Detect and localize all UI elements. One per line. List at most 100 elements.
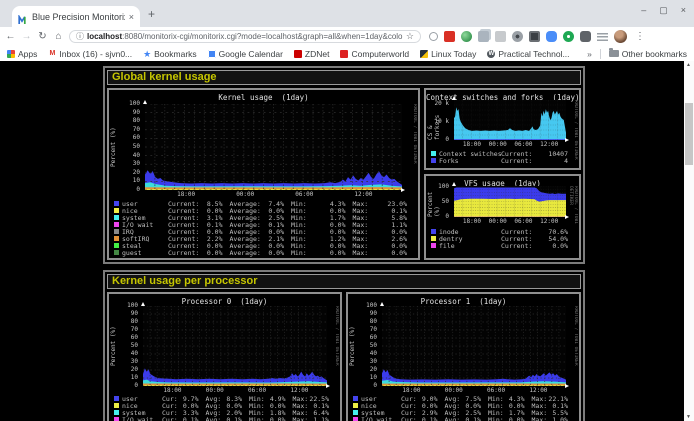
x-axis-ticks: 18:0000:0006:0012:00 — [145, 190, 402, 198]
bookmark-label: Computerworld — [351, 49, 409, 59]
chart-legend: userCurrent:8.5%Average:7.4%Min:4.3%Max:… — [114, 200, 414, 256]
legend-row: fileCurrent:0.0% — [431, 242, 575, 249]
legend-swatch — [114, 250, 119, 255]
scrollbar-thumb[interactable] — [685, 103, 693, 165]
back-icon[interactable]: ← — [5, 31, 16, 42]
mail-extension-icon[interactable] — [444, 31, 455, 42]
legend-stat: Min:0.0% — [488, 416, 532, 421]
reading-list-icon[interactable] — [597, 33, 608, 41]
legend-row: I/O waitCur:0.1%Avg:0.1%Min:0.0%Max:1.1% — [114, 416, 336, 421]
legend-swatch — [431, 236, 436, 241]
plot-area — [382, 306, 566, 386]
processor1-graph[interactable]: Processor 1 (1day)Percent (%)10090807060… — [346, 292, 581, 421]
bookmark-linuxtoday[interactable]: Linux Today — [420, 49, 476, 59]
x-axis-ticks: 18:0000:0006:0012:00 — [454, 140, 566, 148]
plot-area — [454, 186, 566, 217]
card-extension-icon[interactable] — [495, 31, 506, 42]
apps-icon — [7, 50, 15, 58]
bookmark-gmail[interactable]: MInbox (16) - sjvn0... — [48, 49, 132, 59]
processor0-graph[interactable]: Processor 0 (1day)Percent (%)10090807060… — [107, 292, 342, 421]
extensions-row: ⋮ — [429, 30, 645, 43]
screenshot-extension-icon[interactable] — [529, 31, 540, 42]
bookmark-apps[interactable]: Apps — [7, 49, 37, 59]
legend-stat: Avg:0.1% — [445, 416, 489, 421]
bookmark-wordpress[interactable]: WPractical Technol... — [487, 49, 569, 59]
gmail-icon: M — [48, 50, 56, 58]
legend-swatch — [431, 158, 436, 163]
browser-tab[interactable]: Blue Precision Monitorix × — [12, 6, 140, 27]
bookmark-label: ZDNet — [305, 49, 330, 59]
rrdtool-watermark: RRDTOOL / TOBI OETIKER — [568, 186, 578, 241]
zdnet-icon — [294, 50, 302, 58]
vfs-usage-graph[interactable]: VFS usage (1day)Percent (%)10050018:0000… — [424, 174, 581, 260]
extensions-puzzle-icon[interactable] — [580, 31, 591, 42]
legend-swatch — [353, 417, 358, 421]
scrollbar-down-arrow[interactable]: ▼ — [686, 414, 691, 420]
bookmark-label: Inbox (16) - sjvn0... — [59, 49, 132, 59]
scrollbar-up-arrow[interactable]: ▲ — [686, 62, 691, 68]
legend-row: guestCurrent:0.0%Average:0.0%Min:0.0%Max… — [114, 249, 414, 256]
window-maximize-button[interactable]: ▢ — [659, 5, 668, 16]
eye-extension-icon[interactable] — [512, 31, 523, 42]
tab-close-icon[interactable]: × — [129, 12, 134, 22]
bookmark-label: Practical Technol... — [498, 49, 569, 59]
bookmark-computerworld[interactable]: Computerworld — [340, 49, 409, 59]
chart-legend: inodeCurrent:70.6%dentryCurrent:54.0%fil… — [431, 228, 575, 249]
chart-legend: Context switchesCurrent:10407ForksCurren… — [431, 150, 575, 164]
monitorix-favicon — [18, 12, 28, 22]
legend-name: I/O wait — [122, 416, 162, 421]
plot-area — [145, 104, 402, 190]
legend-swatch — [114, 396, 119, 401]
window-minimize-button[interactable]: – — [641, 5, 646, 16]
other-bookmarks-button[interactable]: Other bookmarks — [609, 49, 687, 59]
globe-extension-icon[interactable] — [461, 31, 472, 42]
legend-swatch — [114, 417, 119, 421]
bookmarks-overflow-chevron[interactable]: » — [587, 49, 592, 59]
legend-stat: Cur:0.1% — [401, 416, 445, 421]
home-icon[interactable]: ⌂ — [53, 31, 64, 42]
green-extension-icon[interactable] — [563, 31, 574, 42]
linuxtoday-icon — [420, 50, 428, 58]
legend-stat: Current:0.0% — [501, 242, 575, 250]
browser-menu-icon[interactable]: ⋮ — [635, 31, 645, 42]
reload-icon[interactable]: ↻ — [37, 31, 48, 42]
y-axis-arrow-icon — [452, 182, 456, 186]
pages-extension-icon[interactable] — [478, 31, 489, 42]
y-axis-arrow-icon — [452, 96, 456, 100]
bookmark-star-icon[interactable]: ☆ — [406, 31, 414, 42]
y-axis-ticks: 1009080706050403020100 — [348, 306, 379, 386]
kernel-usage-graph[interactable]: Kernel usage (1day)Percent (%)1009080706… — [107, 88, 420, 260]
bookmarks-list: Apps MInbox (16) - sjvn0... ★Bookmarks Goog… — [7, 49, 581, 59]
bookmarks-divider — [600, 49, 601, 59]
legend-stat: Max:1.1% — [293, 416, 337, 421]
page-scrollbar[interactable]: ▲ ▼ — [684, 61, 694, 421]
bookmark-label: Apps — [18, 49, 37, 59]
section-global-kernel-usage: Global kernel usage Kernel usage (1day)P… — [103, 66, 585, 264]
context-switches-graph[interactable]: Context switches and forks (1day)CS & fo… — [424, 88, 581, 170]
legend-stat: Max:0.0% — [353, 249, 415, 257]
forward-icon[interactable]: → — [21, 31, 32, 42]
legend-swatch — [353, 396, 358, 401]
bookmark-calendar[interactable]: Google Calendar — [208, 49, 283, 59]
new-tab-button[interactable]: + — [148, 7, 155, 21]
monitorix-page: Global kernel usage Kernel usage (1day)P… — [0, 61, 694, 421]
bookmark-star[interactable]: ★Bookmarks — [143, 49, 197, 59]
y-axis-ticks: 20 k10 k0 — [426, 100, 451, 140]
blue-extension-icon[interactable] — [546, 31, 557, 42]
y-axis-arrow-icon — [143, 100, 147, 104]
page-info-icon[interactable]: ⓘ — [76, 31, 84, 42]
window-close-button[interactable]: × — [681, 5, 686, 16]
bookmark-zdnet[interactable]: ZDNet — [294, 49, 330, 59]
address-bar[interactable]: ⓘ localhost:8080/monitorix-cgi/monitorix… — [69, 30, 421, 43]
search-extension-icon[interactable] — [429, 32, 438, 41]
url-path: :8080/monitorix-cgi/monitorix.cgi?mode=l… — [122, 32, 403, 41]
legend-swatch — [431, 151, 436, 156]
x-axis-ticks: 18:0000:0006:0012:00 — [382, 386, 566, 394]
profile-avatar[interactable] — [614, 30, 627, 43]
y-axis-ticks: 1009080706050403020100 — [109, 104, 142, 190]
legend-swatch — [114, 410, 119, 415]
legend-swatch — [431, 243, 436, 248]
rrdtool-watermark: RRDTOOL / TOBI OETIKER — [412, 104, 417, 214]
legend-stat: Max:1.0% — [532, 416, 576, 421]
legend-stat: Current:4 — [501, 157, 575, 165]
